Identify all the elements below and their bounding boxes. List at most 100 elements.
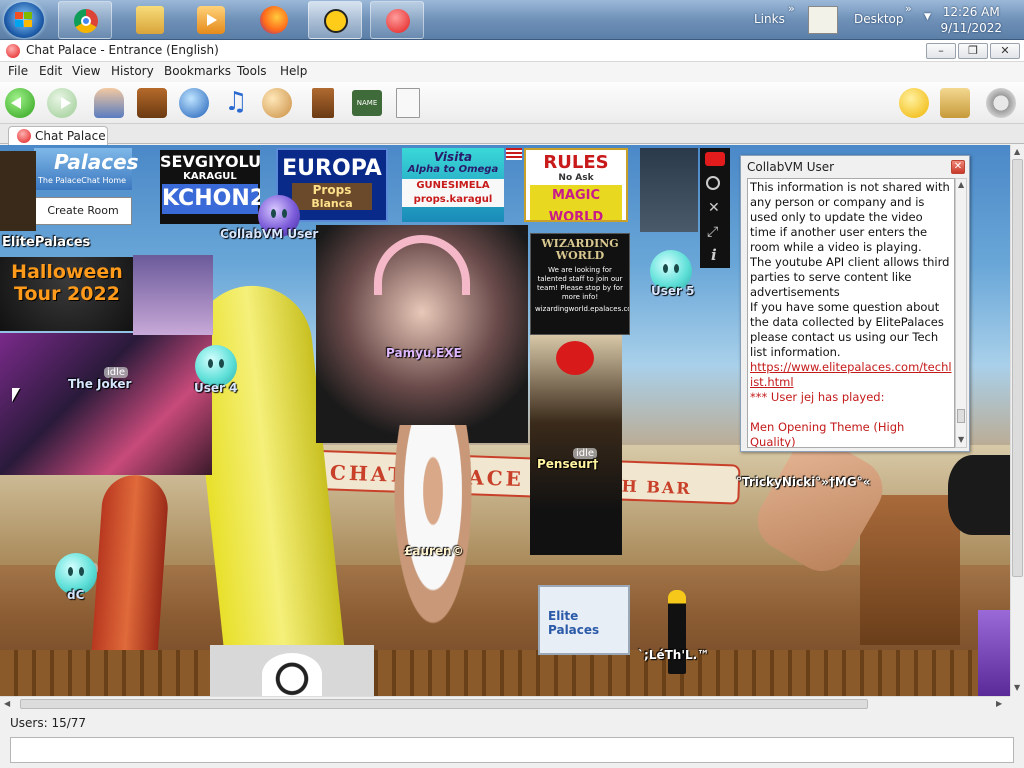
dc-name: dC [67, 588, 85, 602]
menu-history[interactable]: History [111, 64, 154, 78]
user4-name: User 4 [194, 381, 238, 395]
zoom-icon[interactable] [706, 176, 720, 190]
youtube-icon[interactable] [705, 152, 725, 166]
collabvm-user-name: CollabVM User [220, 227, 319, 241]
taskbar-palacechat-button[interactable] [308, 1, 362, 39]
clock-time: 12:26 AM [942, 5, 1000, 19]
smiley-face-icon[interactable] [899, 88, 929, 118]
menu-view[interactable]: View [72, 64, 100, 78]
elitepalaces-label: ElitePalaces [2, 235, 91, 250]
start-button[interactable] [4, 2, 44, 38]
scroll-left-icon[interactable]: ◀ [4, 699, 10, 708]
taskbar-chrome-button[interactable] [58, 1, 112, 39]
dialog-close-button[interactable]: ✕ [951, 160, 965, 174]
tray-dropdown-icon[interactable]: ▼ [924, 12, 931, 22]
forward-icon[interactable] [47, 88, 77, 118]
taskbar: Links » Desktop » ▼ 12:26 AM 9/11/2022 [0, 0, 1024, 40]
played-video-item[interactable]: Men Opening Theme (High Quality) [750, 420, 952, 447]
mouse-cursor-icon [12, 388, 20, 402]
pamyu-avatar-photo[interactable] [316, 225, 528, 443]
wizarding-world-banner[interactable]: WIZARDING WORLD We are looking for talen… [530, 233, 630, 335]
media-player-icon[interactable] [197, 6, 225, 34]
music-icon[interactable]: ♫ [221, 88, 251, 118]
rooms-icon[interactable] [137, 88, 167, 118]
lauren-name: £auren© [404, 544, 464, 558]
vertical-scroll-thumb[interactable] [1012, 159, 1023, 577]
collabvm-info-dialog[interactable]: CollabVM User ✕ This information is not … [740, 155, 970, 452]
cabin-wall [860, 495, 960, 645]
chrome-icon [74, 9, 98, 33]
dialog-title: CollabVM User [747, 160, 835, 174]
clock[interactable]: 12:26 AM 9/11/2022 [940, 4, 1002, 36]
scroll-right-icon[interactable]: ▶ [996, 699, 1002, 708]
vertical-scrollbar[interactable]: ▲ ▼ [1010, 145, 1024, 696]
scroll-up-icon[interactable]: ▲ [1014, 147, 1020, 156]
menu-file[interactable]: File [8, 64, 28, 78]
dark-prop [948, 455, 1010, 535]
palace-smiley-icon [386, 9, 410, 33]
info-icon[interactable]: i [711, 246, 717, 264]
maximize-button[interactable]: ❐ [958, 43, 988, 59]
dialog-scrollbar[interactable]: ▲ ▼ [955, 178, 967, 448]
rules-magic-world-banner[interactable]: RULES No Ask MAGIC WORLD [524, 148, 628, 222]
dialog-scroll-down-icon[interactable]: ▼ [958, 435, 964, 444]
links-chevron-icon[interactable]: » [788, 2, 795, 15]
links-toolbar[interactable]: Links [754, 12, 785, 26]
window-titlebar: Chat Palace - Entrance (English) – ❐ ✕ [0, 40, 1024, 62]
wooden-railing [0, 650, 1010, 696]
firefox-icon[interactable] [260, 6, 288, 34]
close-button[interactable]: ✕ [990, 43, 1020, 59]
menu-bookmarks[interactable]: Bookmarks [164, 64, 231, 78]
techlist-link[interactable]: https://www.elitepalaces.com/techlist.ht… [750, 360, 952, 390]
globe-icon[interactable] [179, 88, 209, 118]
app-icon [6, 44, 20, 58]
signature-icon[interactable] [808, 6, 838, 34]
left-poster-fragment [0, 151, 36, 231]
sketch-avatar[interactable] [210, 645, 374, 696]
file-explorer-icon[interactable] [136, 6, 164, 34]
user5-name: User 5 [651, 284, 695, 298]
dialog-scroll-up-icon[interactable]: ▲ [958, 180, 964, 189]
dialog-content[interactable]: This information is not shared with any … [747, 178, 955, 448]
paint-palette-icon[interactable] [262, 88, 292, 118]
menu-bar: File Edit View History Bookmarks Tools H… [0, 62, 1024, 82]
sevgiyolu-banner[interactable]: SEVGIYOLU KARAGUL KCHON2 [160, 150, 260, 224]
menu-tools[interactable]: Tools [237, 64, 267, 78]
back-icon[interactable] [5, 88, 35, 118]
played-heading: *** User jej has played: [750, 390, 885, 404]
expand-icon[interactable]: ⤢ [707, 224, 718, 240]
horizontal-scrollbar[interactable]: ◀ ▶ [0, 696, 1010, 710]
close-media-icon[interactable]: ✕ [708, 200, 720, 216]
create-room-button[interactable]: Create Room [34, 197, 132, 225]
minimize-button[interactable]: – [926, 43, 956, 59]
gear-icon[interactable] [986, 88, 1016, 118]
props-folder-icon[interactable] [940, 88, 970, 118]
chat-input[interactable] [10, 737, 1014, 763]
tab-label: Chat Palace [35, 129, 106, 143]
horizontal-scroll-thumb[interactable] [20, 699, 868, 709]
visita-alpha-omega-banner[interactable]: Visita Alpha to Omega GUNESIMELA props.k… [402, 148, 504, 222]
scroll-down-icon[interactable]: ▼ [1014, 683, 1020, 692]
penseur-avatar-photo[interactable] [530, 335, 622, 555]
taskbar-palace-button[interactable] [370, 1, 424, 39]
desktop-chevron-icon[interactable]: » [905, 2, 912, 15]
palaces-logo[interactable]: Palaces The PalaceChat Home [34, 148, 139, 190]
palacechat-icon [324, 9, 348, 33]
halloween-tour-banner[interactable]: Halloween Tour 2022 [0, 257, 134, 331]
tab-bar: Chat Palace [0, 124, 1024, 145]
lauren-avatar-photo[interactable] [388, 425, 478, 645]
tab-chat-palace[interactable]: Chat Palace [8, 126, 108, 145]
media-controls: ✕ ⤢ i [700, 148, 730, 268]
dialog-scroll-thumb[interactable] [957, 409, 965, 423]
menu-help[interactable]: Help [280, 64, 307, 78]
desktop-toolbar[interactable]: Desktop [854, 12, 904, 26]
users-icon[interactable] [94, 88, 124, 118]
leth-name: `;LéTh'L.™ [638, 648, 710, 662]
pamyu-name: Pamyu.EXE [386, 346, 462, 360]
name-tag-icon[interactable]: NAME [352, 90, 382, 116]
door-icon[interactable] [312, 88, 334, 118]
log-document-icon[interactable] [396, 88, 420, 118]
menu-edit[interactable]: Edit [39, 64, 62, 78]
toolbar: ♫ NAME [0, 82, 1024, 124]
